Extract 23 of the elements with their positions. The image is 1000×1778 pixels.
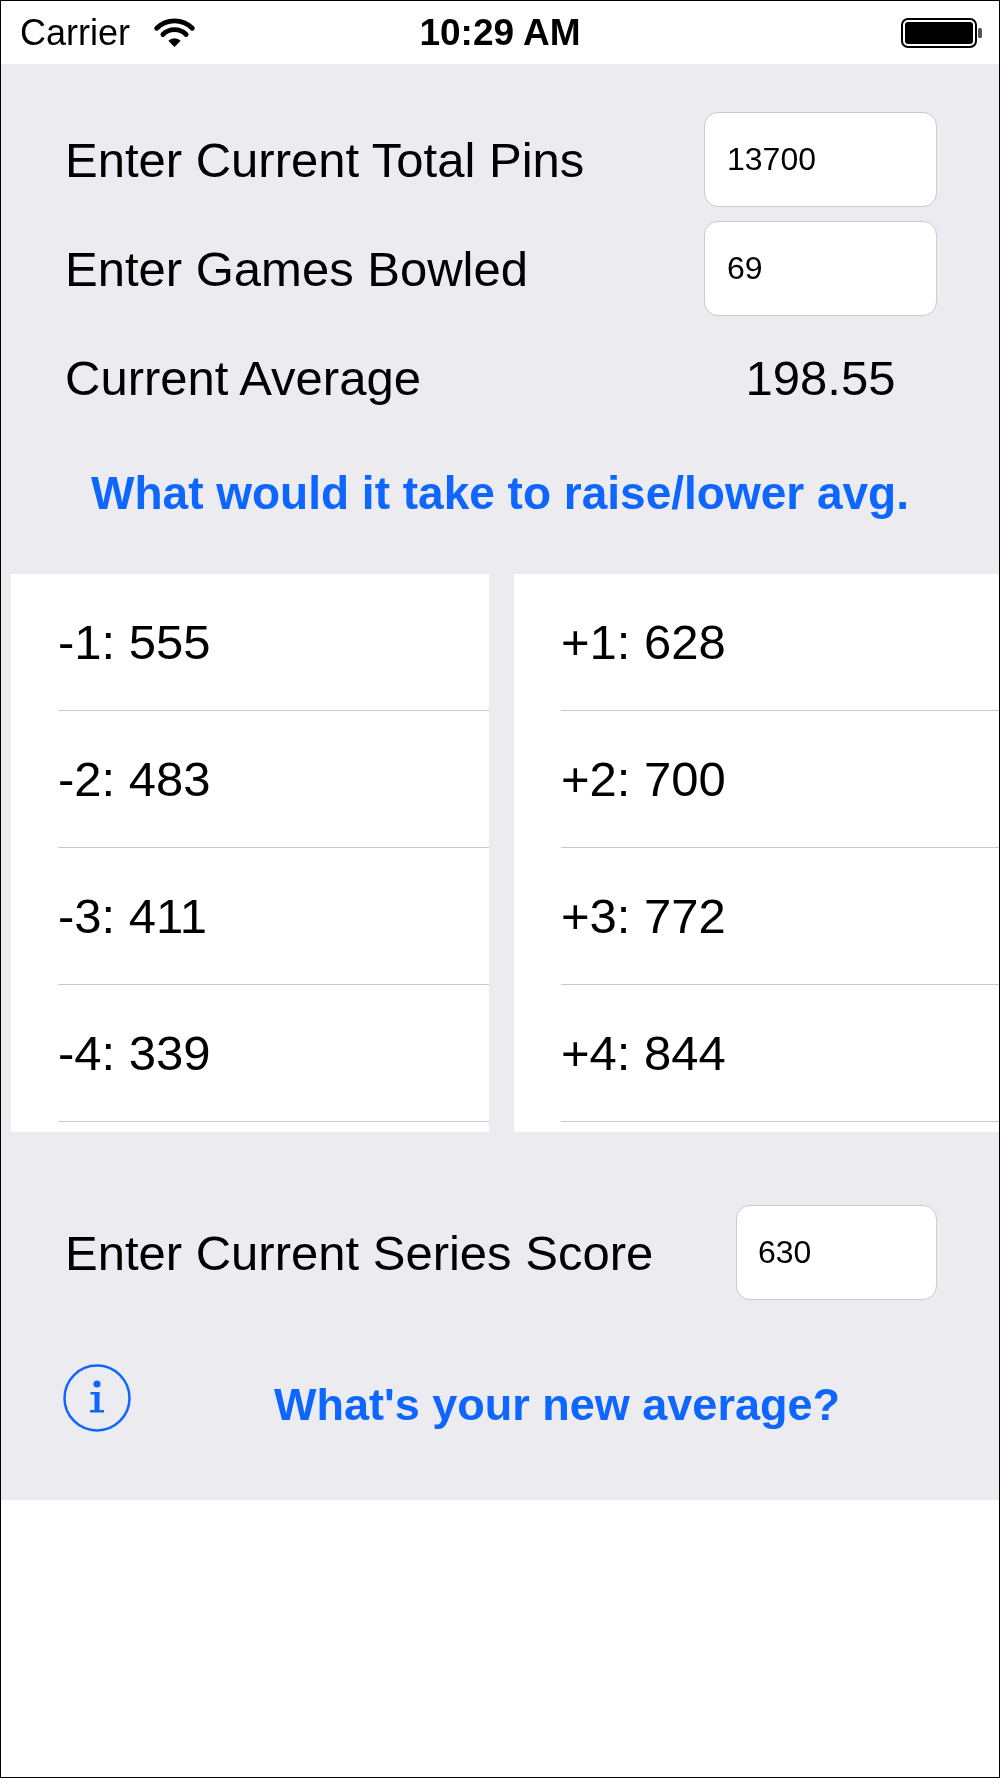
list-item: +3: 772 [561,888,726,944]
list-item: -2: 483 [58,751,211,807]
field-label: Enter Current Series Score [65,1224,654,1281]
new-average-button[interactable]: What's your new average? [131,1379,983,1431]
list-item: +1: 628 [561,614,726,670]
field-label: Enter Games Bowled [65,240,528,297]
list-item: -3: 411 [58,888,207,944]
list-item: -4: 339 [58,1025,211,1081]
wifi-icon [152,17,197,48]
battery-icon [901,17,983,48]
raise-lower-button[interactable]: What would it take to raise/lower avg. [91,465,909,521]
list-item: -1: 555 [58,614,211,670]
list-item: +2: 700 [561,751,726,807]
clock-time: 10:29 AM [419,11,581,54]
text-field[interactable]: 69 [704,221,937,316]
text-field[interactable]: 13700 [704,112,937,207]
list-item: +4: 844 [561,1025,726,1081]
average-label: Current Average [65,349,421,406]
text-field[interactable]: 630 [736,1205,937,1300]
average-value: 198.55 [744,349,897,406]
info-icon[interactable] [63,1364,131,1432]
field-label: Enter Current Total Pins [65,131,585,188]
carrier-name: Carrier [20,11,130,54]
